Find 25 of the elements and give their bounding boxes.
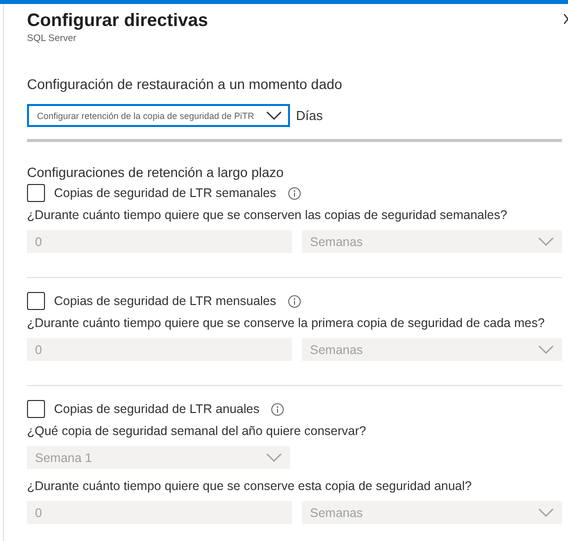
question-label: ¿Durante cuánto tiempo quiere que se conserve esta copia de seguridad anual? <box>27 479 472 493</box>
chevron-down-icon <box>538 508 554 517</box>
question-label: ¿Durante cuánto tiempo quiere que se conserve la primera copia de seguridad de cada mes? <box>27 316 545 330</box>
info-icon[interactable] <box>288 186 302 200</box>
question-label: ¿Durante cuánto tiempo quiere que se conserven las copias de seguridad semanales? <box>27 208 508 222</box>
close-icon[interactable] <box>564 14 568 24</box>
section-heading: Configuraciones de retención a largo plazo <box>27 165 284 180</box>
panel-subtitle: SQL Server <box>27 33 76 44</box>
panel-title: Configurar directivas <box>27 10 208 31</box>
checkbox-label: Copias de seguridad de LTR mensuales <box>54 294 276 308</box>
pitr-dropdown[interactable]: Configurar retención de la copia de seguridad de PiTR <box>27 104 290 127</box>
checkbox[interactable] <box>27 400 45 418</box>
info-icon[interactable] <box>288 294 302 308</box>
checkbox-label: Copias de seguridad de LTR anuales <box>54 402 260 416</box>
question-label: ¿Qué copia de seguridad semanal del año quiere conservar? <box>27 424 366 438</box>
checkbox[interactable] <box>27 292 45 310</box>
checkbox[interactable] <box>27 184 45 202</box>
chevron-down-icon <box>266 453 282 462</box>
checkbox-label: Copias de seguridad de LTR semanales <box>54 186 276 200</box>
info-icon[interactable] <box>271 402 284 416</box>
chevron-down-icon <box>266 111 282 120</box>
chevron-down-icon <box>538 345 554 354</box>
chevron-down-icon <box>538 237 554 246</box>
section-heading: Configuración de restauración a un momento dado <box>27 76 342 92</box>
unit-label: Días <box>296 108 323 123</box>
